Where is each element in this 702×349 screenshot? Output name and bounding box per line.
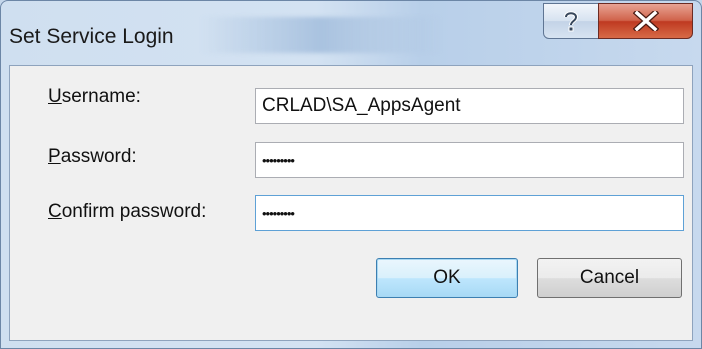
- confirm-password-label: Confirm password:: [48, 201, 206, 223]
- help-button[interactable]: [543, 3, 599, 39]
- dialog-window: Set Service Login Username: CRLAD\SA_App…: [0, 0, 702, 349]
- password-label-accel: P: [48, 146, 61, 167]
- confirm-label-text: onfirm password:: [61, 201, 207, 222]
- ok-button[interactable]: OK: [376, 258, 518, 298]
- close-x-icon: [632, 11, 659, 31]
- username-label-accel: U: [48, 86, 62, 107]
- password-value: •••••••••: [262, 152, 295, 168]
- username-label-text: sername:: [61, 86, 141, 107]
- cancel-button[interactable]: Cancel: [537, 258, 682, 298]
- dialog-title: Set Service Login: [9, 25, 174, 48]
- username-label: Username:: [48, 86, 141, 108]
- password-field[interactable]: •••••••••: [255, 142, 684, 178]
- title-glow: [201, 17, 441, 53]
- username-value: CRLAD\SA_AppsAgent: [262, 95, 461, 116]
- confirm-password-field[interactable]: •••••••••: [255, 195, 684, 231]
- question-mark-icon: [564, 11, 579, 32]
- username-field[interactable]: CRLAD\SA_AppsAgent: [255, 88, 684, 124]
- confirm-label-accel: C: [48, 201, 62, 222]
- confirm-password-value: •••••••••: [262, 205, 295, 221]
- dialog-content: Username: CRLAD\SA_AppsAgent Password: •…: [9, 65, 693, 341]
- close-button[interactable]: [598, 3, 693, 39]
- password-label: Password:: [48, 146, 137, 168]
- title-bar[interactable]: Set Service Login: [1, 1, 701, 65]
- password-label-text: assword:: [60, 146, 137, 167]
